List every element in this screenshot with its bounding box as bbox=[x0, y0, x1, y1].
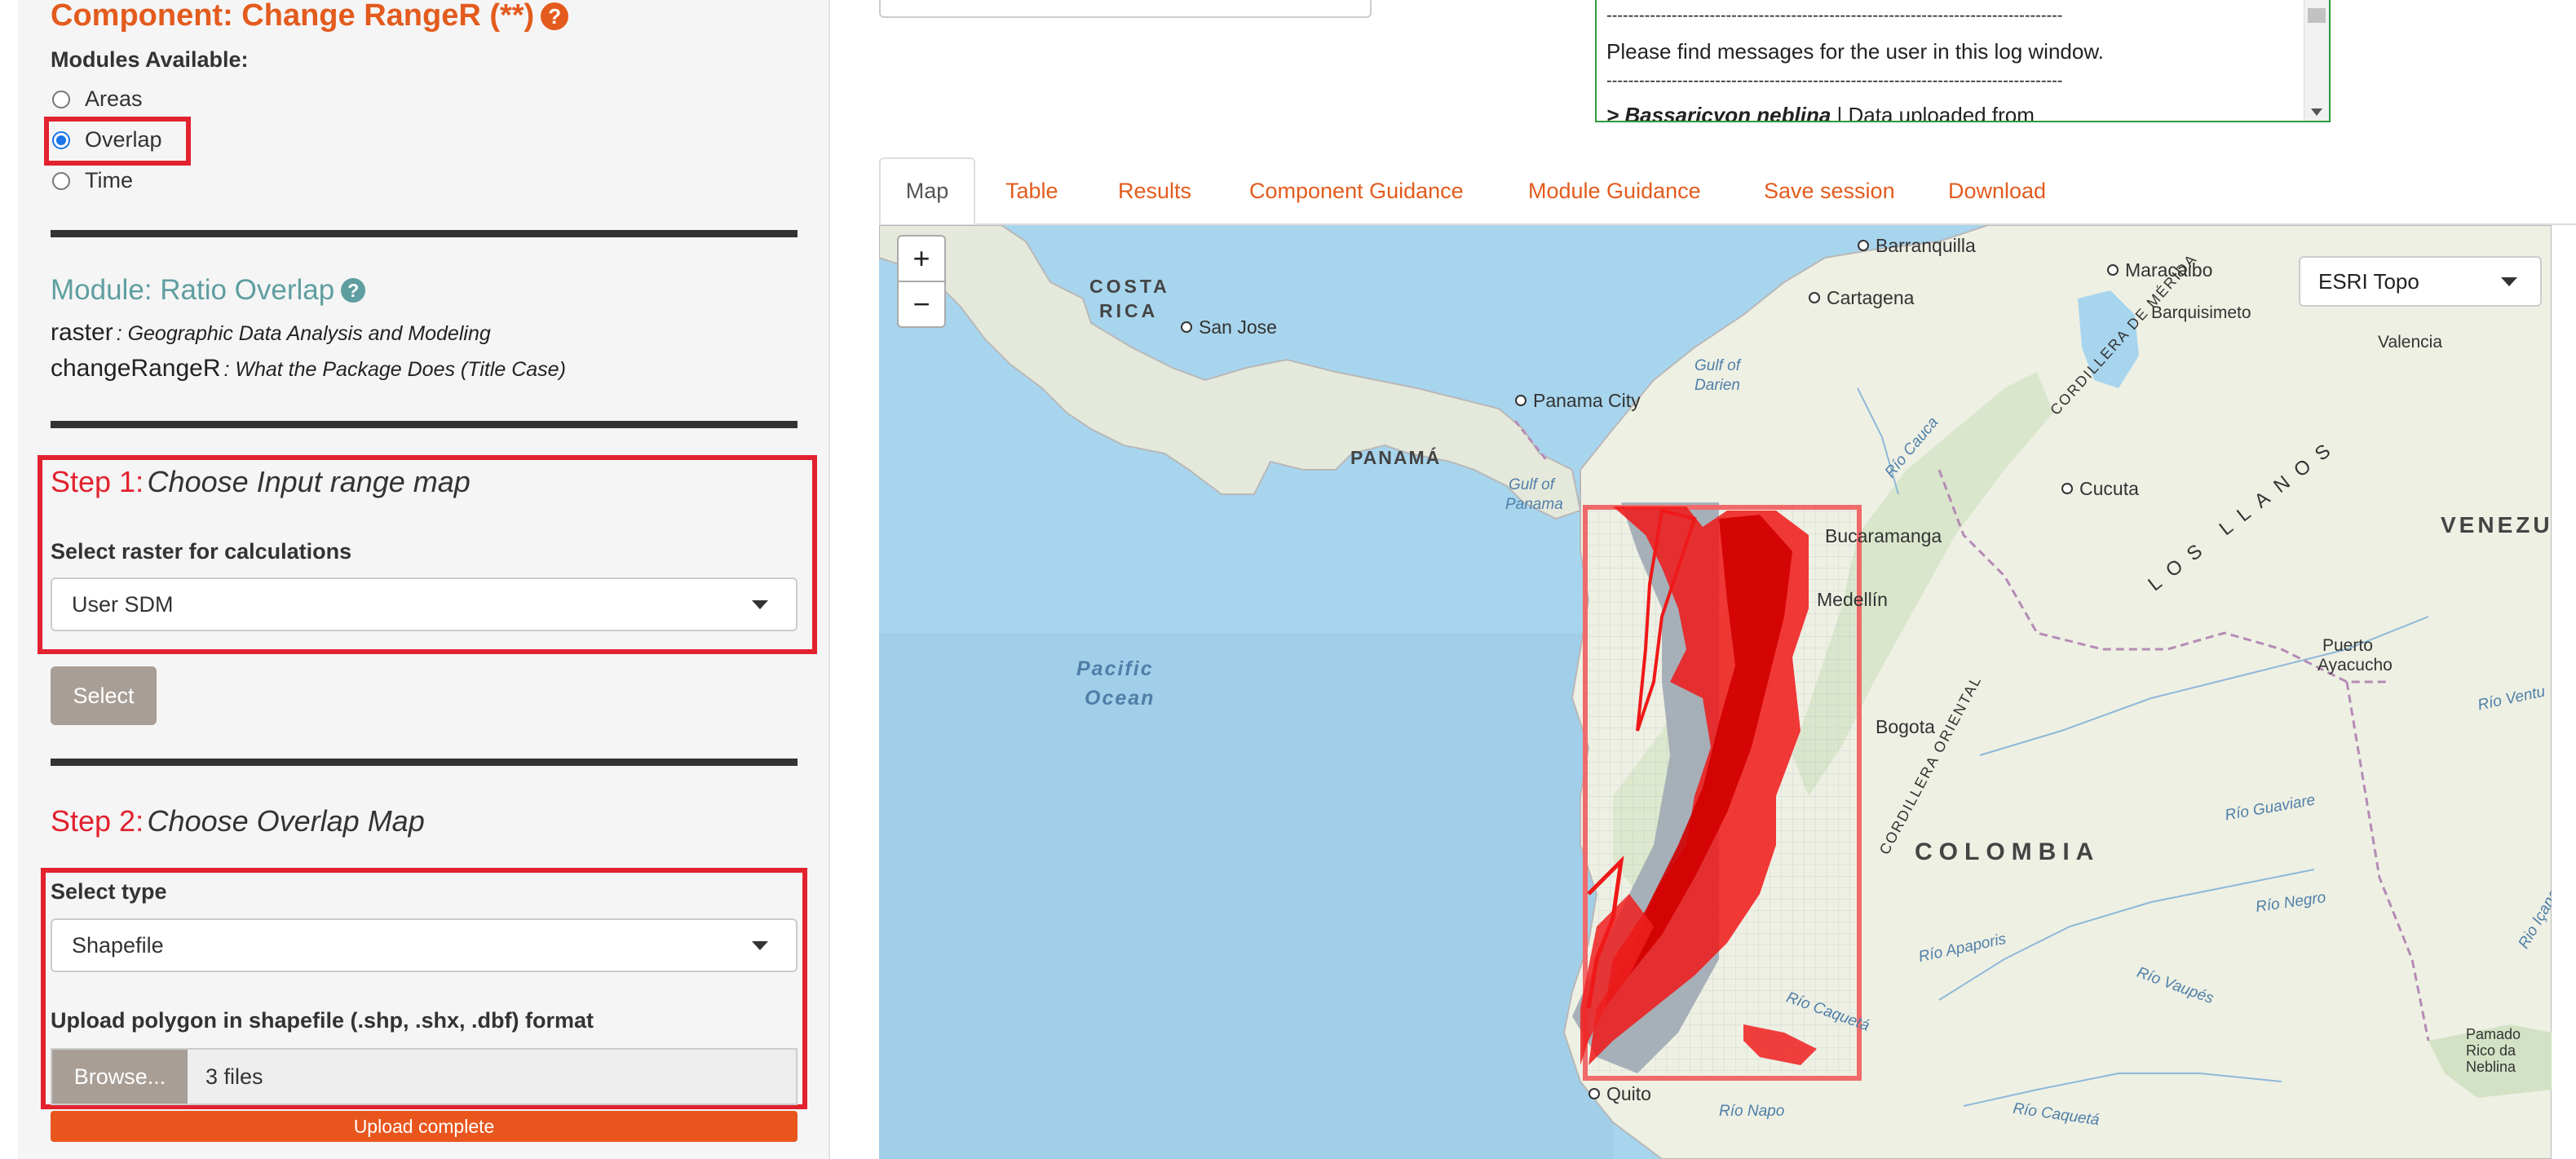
map-label: Ayacucho bbox=[2318, 656, 2393, 675]
radio-button-checked[interactable] bbox=[52, 130, 70, 149]
map-label: Quito bbox=[1588, 1083, 1651, 1105]
map-label: VENEZU bbox=[2441, 512, 2552, 537]
map-label: COSTA bbox=[1089, 276, 1170, 297]
file-upload[interactable]: Browse... 3 files bbox=[51, 1048, 798, 1105]
map-label: Panama City bbox=[1515, 390, 1641, 412]
map-label: Rico da bbox=[2466, 1042, 2516, 1059]
radio-button[interactable] bbox=[52, 171, 70, 190]
log-entry: > Bassaricyon neblina | Data uploaded fr… bbox=[1606, 103, 2035, 122]
tab-map[interactable]: Map bbox=[879, 157, 975, 224]
scrollbar-thumb[interactable] bbox=[2308, 8, 2326, 23]
divider bbox=[51, 759, 798, 766]
radio-label: Time bbox=[85, 168, 133, 192]
top-input[interactable] bbox=[879, 0, 1372, 18]
tab-download[interactable]: Download bbox=[1948, 157, 2046, 224]
map-label: PANAMÁ bbox=[1350, 447, 1442, 468]
map-label: Pamado bbox=[2466, 1026, 2521, 1042]
component-title-text: Component: Change RangeR (**) bbox=[51, 0, 535, 33]
map-label: Río Napo bbox=[1719, 1103, 1785, 1120]
map-label: Ocean bbox=[1085, 687, 1155, 710]
log-message: Please find messages for the user in thi… bbox=[1606, 39, 2104, 64]
step1-title: Choose Input range map bbox=[147, 465, 471, 498]
upload-label: Upload polygon in shapefile (.shp, .shx,… bbox=[51, 1008, 594, 1033]
map-label: Panama bbox=[1505, 496, 1563, 513]
component-title: Component: Change RangeR (**)? bbox=[51, 0, 569, 33]
file-name: 3 files bbox=[205, 1064, 263, 1089]
map-label: Cucuta bbox=[2061, 478, 2139, 500]
log-separator: ----------------------------------------… bbox=[1606, 7, 2063, 24]
scroll-down-icon[interactable] bbox=[2311, 108, 2322, 116]
chevron-down-icon bbox=[752, 600, 768, 609]
chevron-down-icon bbox=[752, 941, 768, 950]
upload-progress-fill: Upload complete bbox=[51, 1111, 798, 1142]
map-label: Valencia bbox=[2378, 333, 2442, 352]
map-label: RICA bbox=[1099, 300, 1159, 321]
map-label: Darien bbox=[1695, 377, 1740, 394]
log-window: ----------------------------------------… bbox=[1595, 0, 2331, 122]
step1-heading: Step 1: Choose Input range map bbox=[51, 465, 471, 499]
upload-progress: Upload complete bbox=[51, 1111, 798, 1142]
tab-table[interactable]: Table bbox=[1005, 157, 1058, 224]
step1-label: Step 1: bbox=[51, 465, 144, 498]
package-desc: : Geographic Data Analysis and Modeling bbox=[116, 322, 491, 345]
package-name: raster bbox=[51, 319, 113, 346]
raster-select-value: User SDM bbox=[72, 591, 174, 617]
map-label: Neblina bbox=[2466, 1059, 2516, 1075]
radio-areas[interactable]: Areas bbox=[52, 86, 143, 112]
map-label: Bucaramanga bbox=[1825, 525, 1942, 546]
map-label: Puerto bbox=[2322, 636, 2373, 655]
modules-label: Modules Available: bbox=[51, 47, 249, 72]
help-icon[interactable]: ? bbox=[341, 278, 366, 303]
sidebar: Component: Change RangeR (**)? Modules A… bbox=[18, 0, 830, 1159]
tab-component-guidance[interactable]: Component Guidance bbox=[1249, 157, 1464, 224]
type-select[interactable]: Shapefile bbox=[51, 918, 798, 972]
help-icon[interactable]: ? bbox=[541, 2, 569, 30]
browse-button[interactable]: Browse... bbox=[52, 1050, 188, 1104]
log-separator: ----------------------------------------… bbox=[1606, 72, 2063, 90]
type-select-value: Shapefile bbox=[72, 932, 164, 958]
raster-select[interactable]: User SDM bbox=[51, 577, 798, 631]
package-desc: : What the Package Does (Title Case) bbox=[223, 358, 566, 381]
raster-select-label: Select raster for calculations bbox=[51, 539, 352, 564]
basemap-select-value: ESRI Topo bbox=[2318, 268, 2419, 294]
map-label: Medellín bbox=[1817, 589, 1888, 610]
radio-label: Overlap bbox=[85, 127, 162, 152]
map-label: Gulf of bbox=[1509, 476, 1554, 493]
basemap-select[interactable]: ESRI Topo bbox=[2299, 256, 2542, 307]
chevron-down-icon bbox=[2501, 277, 2517, 286]
package-name: changeRangeR bbox=[51, 355, 221, 382]
radio-button[interactable] bbox=[52, 90, 70, 108]
map-label: COLOMBIA bbox=[1915, 838, 2101, 865]
select-button[interactable]: Select bbox=[51, 666, 157, 725]
log-species: > Bassaricyon neblina bbox=[1606, 103, 1831, 122]
map-label: Barquisimeto bbox=[2151, 303, 2251, 322]
package-raster: raster: Geographic Data Analysis and Mod… bbox=[51, 319, 491, 347]
module-title: Module: Ratio Overlap? bbox=[51, 274, 366, 307]
radio-time[interactable]: Time bbox=[52, 168, 133, 193]
step2-label: Step 2: bbox=[51, 804, 144, 838]
log-scrollbar[interactable] bbox=[2304, 0, 2329, 121]
tab-save-session[interactable]: Save session bbox=[1764, 157, 1895, 224]
tab-results[interactable]: Results bbox=[1118, 157, 1191, 224]
step2-title: Choose Overlap Map bbox=[147, 804, 425, 838]
map-label: Barranquilla bbox=[1858, 235, 1976, 257]
tab-module-guidance[interactable]: Module Guidance bbox=[1528, 157, 1701, 224]
log-entry-text: | Data uploaded from bbox=[1831, 103, 2035, 122]
map-label: Bogota bbox=[1876, 716, 1935, 737]
radio-label: Areas bbox=[85, 86, 143, 111]
module-title-text: Module: Ratio Overlap bbox=[51, 274, 335, 306]
map-label: Pacific bbox=[1076, 657, 1154, 680]
radio-overlap[interactable]: Overlap bbox=[52, 127, 162, 153]
divider bbox=[51, 230, 798, 237]
zoom-out-button[interactable]: − bbox=[897, 281, 946, 328]
type-select-label: Select type bbox=[51, 879, 167, 904]
zoom-in-button[interactable]: + bbox=[897, 235, 946, 282]
divider bbox=[51, 421, 798, 428]
map-label: San Jose bbox=[1181, 316, 1277, 338]
map-label: Cartagena bbox=[1809, 287, 1914, 309]
step2-heading: Step 2: Choose Overlap Map bbox=[51, 804, 425, 838]
package-changeranger: changeRangeR: What the Package Does (Tit… bbox=[51, 355, 566, 383]
map-view[interactable]: + − ESRI Topo Barranquilla Maracaibo COS… bbox=[879, 225, 2552, 1159]
map-label: Gulf of bbox=[1695, 357, 1740, 374]
